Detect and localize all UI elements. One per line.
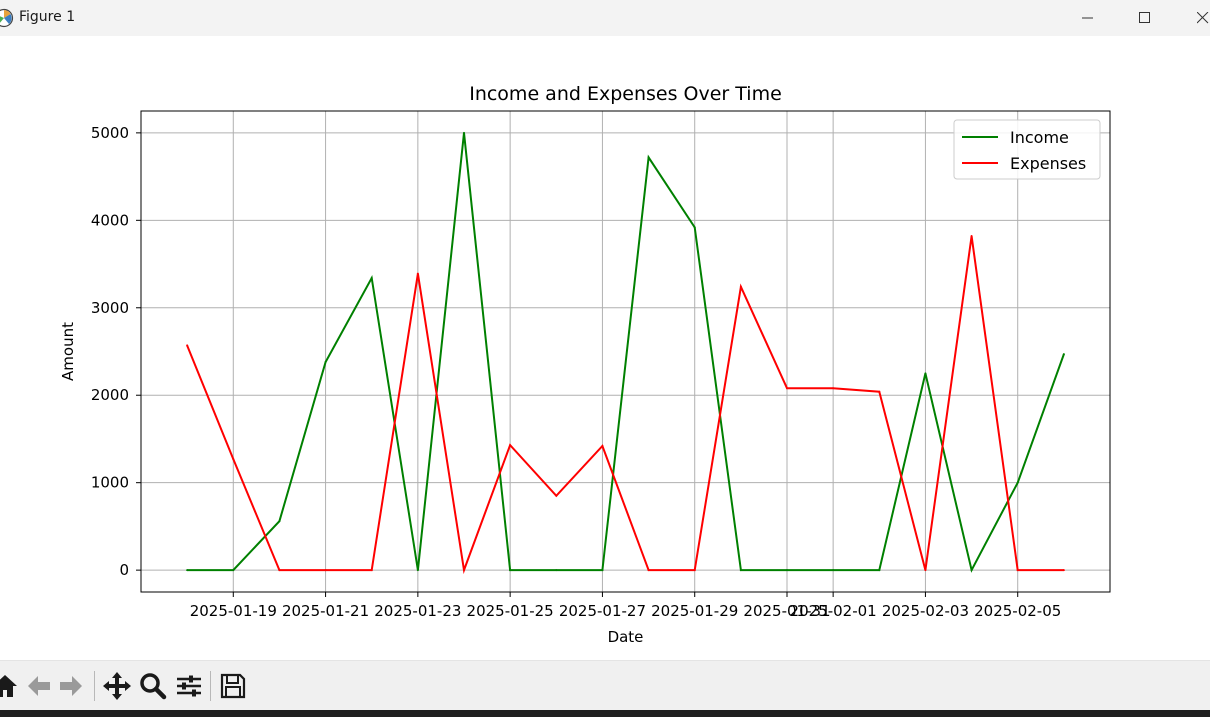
forward-button[interactable] <box>56 671 86 701</box>
y-tick-label: 5000 <box>91 124 129 142</box>
data-point <box>324 360 327 363</box>
data-point <box>324 569 327 572</box>
data-point <box>232 458 235 461</box>
data-point <box>370 277 373 280</box>
data-point <box>786 569 788 572</box>
home-button[interactable] <box>0 671 20 701</box>
data-point <box>278 569 281 572</box>
data-point <box>1062 569 1065 572</box>
forward-arrow-icon <box>60 676 82 696</box>
data-point <box>693 569 696 572</box>
data-point <box>555 494 558 497</box>
y-tick-label: 4000 <box>91 211 129 229</box>
data-point <box>878 390 881 393</box>
x-tick-label: 2025-01-21 <box>282 602 369 620</box>
data-point <box>416 272 419 275</box>
data-point <box>463 131 465 134</box>
x-tick-label: 2025-01-19 <box>190 602 277 620</box>
toolbar-separator <box>94 671 95 701</box>
data-point <box>509 569 512 572</box>
x-tick-label: 2025-01-29 <box>651 602 738 620</box>
y-tick-label: 0 <box>119 561 129 579</box>
x-tick-label: 2025-02-05 <box>974 602 1061 620</box>
data-point <box>1016 481 1019 484</box>
figure-canvas: 2025-01-19 2025-01-21 2025-01-23 2025-01-25… <box>0 36 1210 660</box>
data-point <box>924 569 927 572</box>
data-point <box>786 387 788 390</box>
data-point <box>878 569 881 572</box>
data-point <box>232 569 235 572</box>
data-point <box>739 285 742 288</box>
y-axis-label: Amount <box>59 322 77 381</box>
window-titlebar: Figure 1 <box>0 0 1210 36</box>
data-point <box>601 569 604 572</box>
close-icon <box>1197 12 1209 24</box>
data-point <box>186 569 189 572</box>
data-point <box>832 387 835 390</box>
maximize-button[interactable] <box>1122 0 1168 36</box>
legend: Income Expenses <box>953 119 1101 180</box>
window-title: Figure 1 <box>19 9 76 25</box>
y-tick-label: 1000 <box>91 474 129 492</box>
data-point <box>1016 569 1019 572</box>
axes-frame <box>140 110 1111 593</box>
matplotlib-icon <box>0 8 14 28</box>
data-point <box>186 344 189 347</box>
y-tick-label: 2000 <box>91 386 129 404</box>
data-point <box>693 226 696 229</box>
navigation-toolbar <box>0 660 1210 710</box>
data-point <box>1062 353 1065 356</box>
line-chart: 2025-01-19 2025-01-21 2025-01-23 2025-01-25… <box>59 83 1111 646</box>
x-axis-label: Date <box>608 628 644 646</box>
zoom-button[interactable] <box>138 671 168 701</box>
pan-move-icon <box>103 672 131 700</box>
data-point <box>601 444 604 447</box>
x-tick-label: 2025-01-25 <box>467 602 554 620</box>
data-point <box>463 569 465 572</box>
data-point <box>278 520 281 523</box>
data-point <box>370 569 373 572</box>
legend-label: Income <box>1010 128 1069 147</box>
back-button[interactable] <box>24 671 54 701</box>
data-point <box>647 156 650 159</box>
data-point <box>970 569 973 572</box>
save-disk-icon <box>220 673 246 699</box>
series-line-income <box>187 132 1065 573</box>
x-tick-label: 2025-02-01 <box>790 602 877 620</box>
configure-subplots-icon <box>177 675 201 697</box>
toolbar-separator <box>210 671 211 701</box>
close-button[interactable] <box>1180 0 1210 36</box>
data-point <box>832 569 835 572</box>
minimize-icon <box>1082 17 1093 19</box>
zoom-magnifier-icon <box>140 673 167 700</box>
save-button[interactable] <box>218 671 248 701</box>
back-arrow-icon <box>28 676 50 696</box>
data-point <box>924 372 927 375</box>
pan-button[interactable] <box>102 671 132 701</box>
minimize-button[interactable] <box>1065 0 1111 36</box>
legend-label: Expenses <box>1010 154 1086 173</box>
data-point <box>647 569 650 572</box>
x-tick-label: 2025-01-23 <box>374 602 461 620</box>
x-tick-label: 2025-02-03 <box>882 602 969 620</box>
data-point <box>509 444 512 447</box>
chart-title: Income and Expenses Over Time <box>469 83 782 105</box>
data-point <box>970 235 973 238</box>
home-icon <box>0 675 17 697</box>
maximize-icon <box>1139 12 1150 23</box>
configure-subplots-button[interactable] <box>174 671 204 701</box>
taskbar-strip <box>0 710 1210 717</box>
data-point <box>416 569 419 572</box>
x-tick-label: 2025-01-27 <box>559 602 646 620</box>
data-point <box>555 569 558 572</box>
data-point <box>739 569 742 572</box>
y-tick-label: 3000 <box>91 299 129 317</box>
